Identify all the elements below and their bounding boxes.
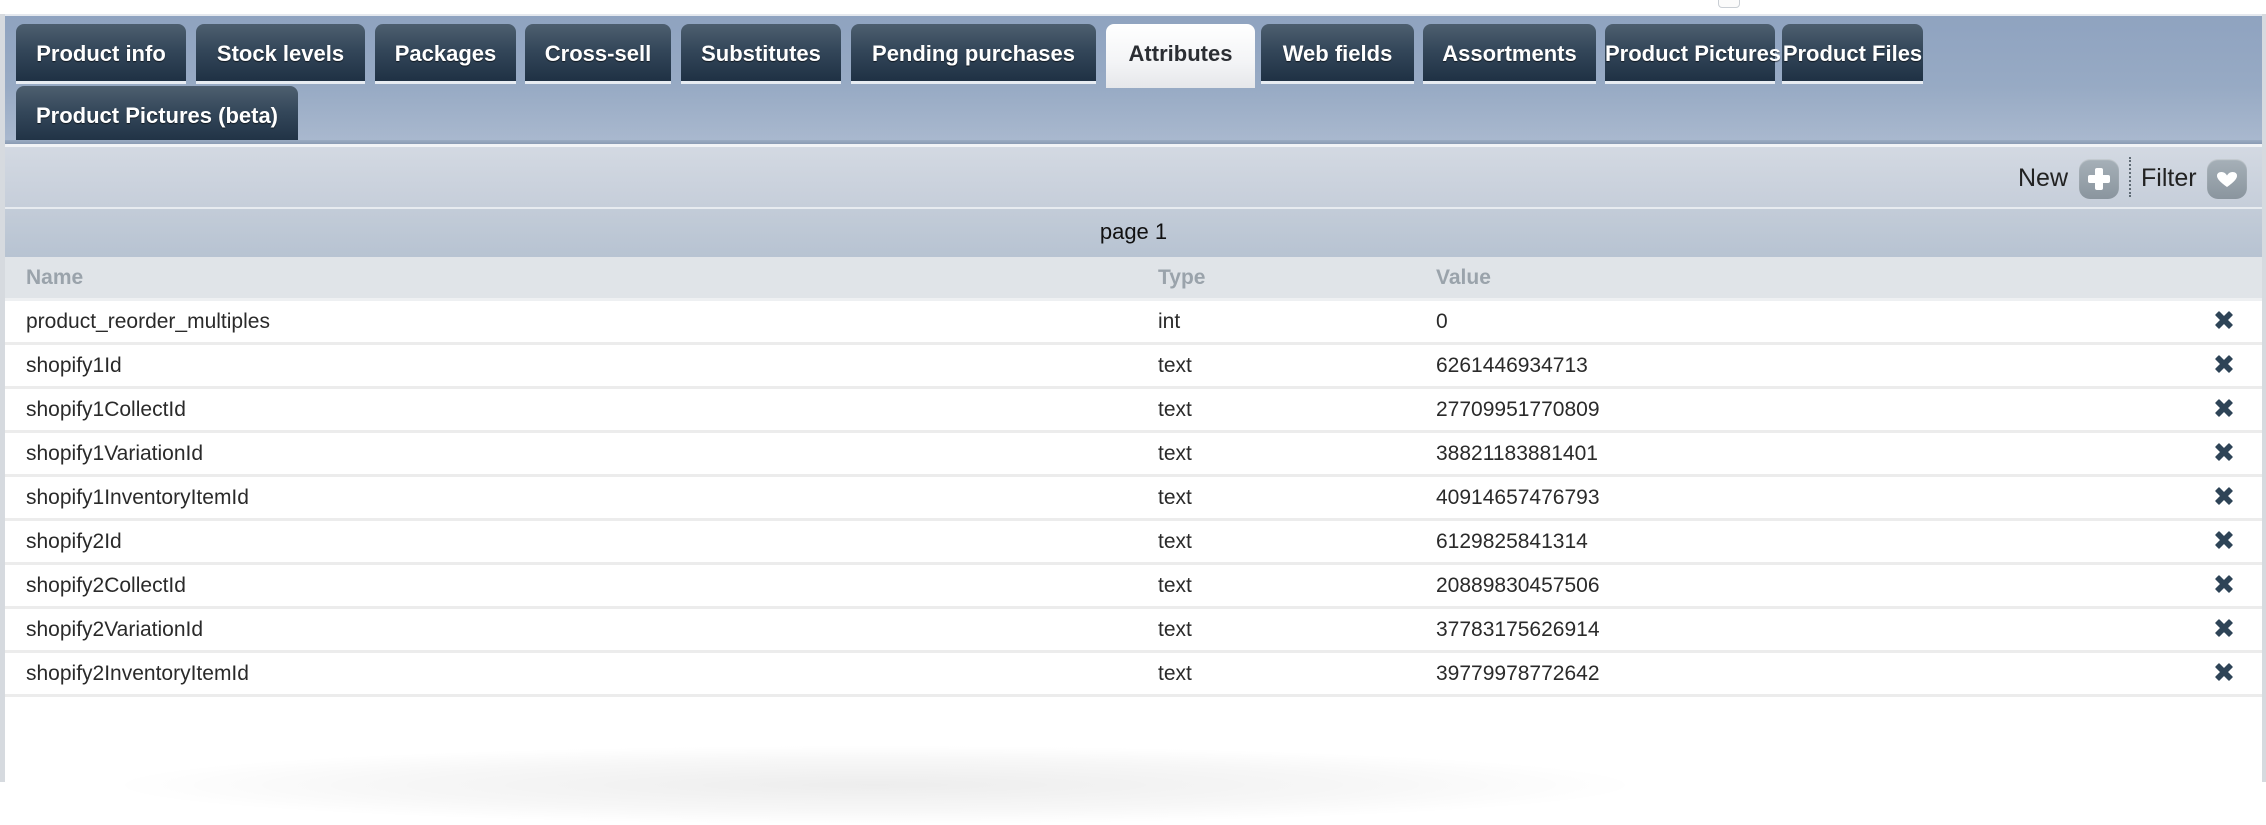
- attribute-value: 20889830457506: [1436, 574, 1600, 597]
- tab-assortments[interactable]: Assortments: [1423, 24, 1596, 84]
- attribute-value: 37783175626914: [1436, 618, 1600, 641]
- attribute-value: 38821183881401: [1436, 442, 1598, 465]
- table-row[interactable]: shopify2InventoryItemId text 39779978772…: [5, 653, 2262, 697]
- new-button[interactable]: [2079, 159, 2119, 199]
- attribute-type: text: [1158, 354, 1192, 377]
- column-header-value[interactable]: Value: [1436, 257, 1491, 298]
- attribute-value: 40914657476793: [1436, 486, 1600, 509]
- attribute-name: product_reorder_multiples: [26, 310, 270, 333]
- attribute-name: shopify2CollectId: [26, 574, 186, 597]
- table-row[interactable]: shopify2VariationId text 37783175626914: [5, 609, 2262, 653]
- table-row[interactable]: shopify1InventoryItemId text 40914657476…: [5, 477, 2262, 521]
- table-row[interactable]: product_reorder_multiples int 0: [5, 301, 2262, 345]
- attribute-name: shopify1CollectId: [26, 398, 186, 421]
- toolbar: New Filter: [5, 144, 2262, 207]
- top-strip: [0, 0, 2266, 14]
- toolbar-separator: [2129, 157, 2131, 197]
- attribute-type: text: [1158, 662, 1192, 685]
- bottom-shadow: [100, 745, 1650, 825]
- delete-x-icon[interactable]: [2213, 397, 2235, 419]
- chevron-down-icon: [2217, 172, 2237, 187]
- delete-x-icon[interactable]: [2213, 309, 2235, 331]
- delete-x-icon[interactable]: [2213, 441, 2235, 463]
- attribute-type: int: [1158, 310, 1181, 333]
- tab-web-fields[interactable]: Web fields: [1261, 24, 1414, 84]
- attribute-name: shopify1VariationId: [26, 442, 204, 465]
- table-row[interactable]: shopify2Id text 6129825841314: [5, 521, 2262, 565]
- tab-packages[interactable]: Packages: [375, 24, 516, 84]
- table-row[interactable]: shopify2CollectId text 20889830457506: [5, 565, 2262, 609]
- table-row[interactable]: shopify1CollectId text 27709951770809: [5, 389, 2262, 433]
- column-header-type[interactable]: Type: [1158, 257, 1205, 298]
- page-label: page 1: [1099, 219, 1168, 244]
- attribute-value: 39779978772642: [1436, 662, 1600, 685]
- pagination-bar: page 1: [5, 207, 2262, 257]
- attribute-name: shopify2Id: [26, 530, 122, 553]
- tab-product-info[interactable]: Product info: [16, 24, 186, 84]
- attribute-value: 6129825841314: [1436, 530, 1588, 553]
- tab-cross-sell[interactable]: Cross-sell: [525, 24, 671, 84]
- tab-attributes[interactable]: Attributes: [1106, 24, 1255, 88]
- product-attributes-page: Product info Stock levels Packages Cross…: [0, 0, 2266, 825]
- attribute-name: shopify1Id: [26, 354, 122, 377]
- tab-substitutes[interactable]: Substitutes: [681, 24, 841, 84]
- attribute-value: 27709951770809: [1436, 398, 1600, 421]
- table-body: product_reorder_multiples int 0 shopify1…: [5, 301, 2262, 697]
- delete-x-icon[interactable]: [2213, 353, 2235, 375]
- attribute-name: shopify2InventoryItemId: [26, 662, 249, 685]
- tab-pending-purchases[interactable]: Pending purchases: [851, 24, 1096, 84]
- table-header: Name Type Value: [5, 257, 2262, 301]
- delete-x-icon[interactable]: [2213, 661, 2235, 683]
- tab-product-files[interactable]: Product Files: [1782, 24, 1923, 84]
- column-header-name[interactable]: Name: [26, 257, 83, 298]
- attributes-table: Name Type Value product_reorder_multiple…: [5, 257, 2262, 697]
- delete-x-icon[interactable]: [2213, 485, 2235, 507]
- filter-button[interactable]: [2207, 159, 2247, 199]
- delete-x-icon[interactable]: [2213, 617, 2235, 639]
- attribute-name: shopify1InventoryItemId: [26, 486, 249, 509]
- tab-product-pictures[interactable]: Product Pictures: [1605, 24, 1781, 84]
- attribute-type: text: [1158, 618, 1192, 641]
- right-border: [2262, 14, 2266, 782]
- show-all-checkbox[interactable]: [1718, 0, 1740, 8]
- delete-x-icon[interactable]: [2213, 529, 2235, 551]
- table-row[interactable]: shopify1VariationId text 38821183881401: [5, 433, 2262, 477]
- tab-product-pictures-beta[interactable]: Product Pictures (beta): [16, 86, 298, 146]
- tab-stock-levels[interactable]: Stock levels: [196, 24, 365, 84]
- filter-label[interactable]: Filter: [2141, 164, 2197, 193]
- attribute-value: 0: [1436, 310, 1448, 333]
- tab-bar: Product info Stock levels Packages Cross…: [5, 14, 2262, 146]
- attribute-type: text: [1158, 530, 1192, 553]
- attribute-name: shopify2VariationId: [26, 618, 204, 641]
- table-row[interactable]: shopify1Id text 6261446934713: [5, 345, 2262, 389]
- attribute-type: text: [1158, 574, 1192, 597]
- attribute-type: text: [1158, 486, 1192, 509]
- delete-x-icon[interactable]: [2213, 573, 2235, 595]
- new-label[interactable]: New: [2018, 164, 2068, 193]
- attribute-value: 6261446934713: [1436, 354, 1588, 377]
- attribute-type: text: [1158, 398, 1192, 421]
- attribute-type: text: [1158, 442, 1192, 465]
